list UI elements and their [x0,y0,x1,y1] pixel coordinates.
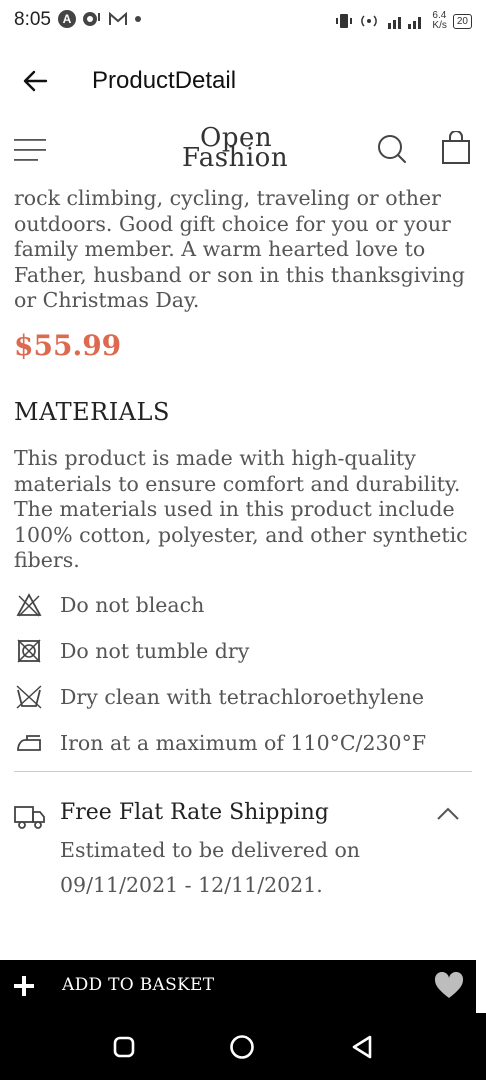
hotspot-icon [361,15,378,27]
battery-icon: 20 [452,13,472,29]
materials-text: This product is made with high-quality m… [14,446,468,572]
care-item-no-bleach: Do not bleach [14,590,204,620]
vibrate-icon [336,14,353,28]
care-item-no-tumble-dry: Do not tumble dry [14,636,249,666]
chat-notification-icon [83,12,100,26]
shipping-estimate-dates: 09/11/2021 - 12/11/2021. [60,873,323,897]
back-nav-icon[interactable] [350,1034,374,1060]
shopping-bag-icon[interactable] [441,131,471,165]
heart-icon[interactable] [434,972,464,1000]
status-bar: 8:05 A 6.4 K/s 20 [0,0,486,44]
materials-heading: MATERIALS [14,398,170,426]
app-notification-icon: A [58,10,76,28]
iron-icon [14,728,44,758]
shipping-truck-icon [14,806,45,829]
shipping-title[interactable]: Free Flat Rate Shipping [60,800,329,825]
recent-apps-icon[interactable] [113,1036,135,1058]
no-tumble-dry-icon [14,636,44,666]
signal-icon [388,17,422,29]
care-item-iron: Iron at a maximum of 110°C/230°F [14,728,426,758]
back-arrow-icon[interactable] [22,68,48,94]
dry-clean-icon [14,682,44,712]
search-icon[interactable] [376,133,408,165]
product-price: $55.99 [14,329,122,362]
home-icon[interactable] [229,1034,255,1060]
more-notifications-icon [135,16,141,22]
shipping-estimate-label: Estimated to be delivered on [60,838,361,862]
section-divider [14,771,472,772]
plus-icon[interactable] [12,974,36,998]
net-speed: 6.4 K/s [432,10,447,31]
status-right: 6.4 K/s 20 [336,11,472,31]
care-item-dry-clean: Dry clean with tetrachloroethylene [14,682,424,712]
product-description: rock climbing, cycling, traveling or oth… [14,186,465,312]
menu-icon[interactable] [14,137,48,163]
no-bleach-icon [14,590,44,620]
gmail-icon [109,11,127,25]
add-to-basket-button[interactable]: ADD TO BASKET [62,975,214,995]
notification-icons: A [58,10,142,28]
page-title: ProductDetail [92,67,237,94]
status-time: 8:05 [14,9,51,30]
chevron-up-icon[interactable] [436,806,460,822]
brand-logo[interactable]: Open Fashion [182,123,294,173]
